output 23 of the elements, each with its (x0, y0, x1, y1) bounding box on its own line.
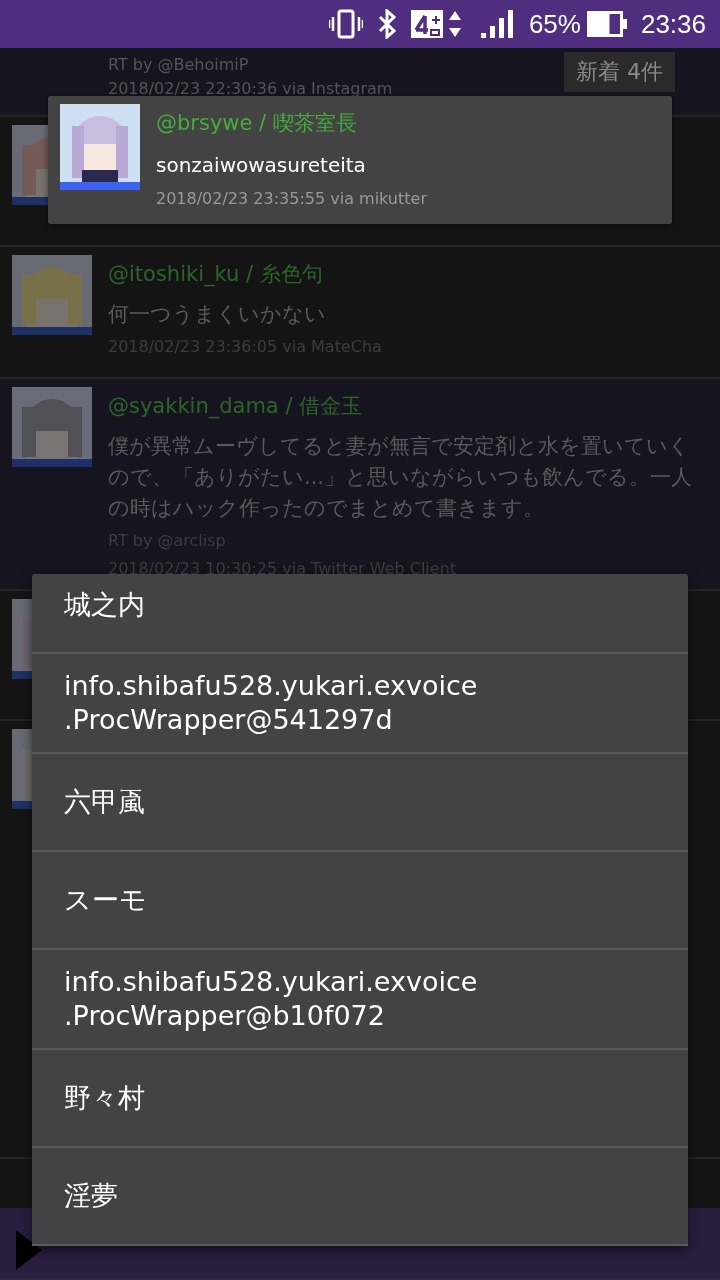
new-tweets-button[interactable]: 新着 4件 (564, 52, 675, 92)
menu-item[interactable]: 城之内 (32, 574, 688, 654)
tweet-text: 何一つうまくいかない (108, 301, 326, 328)
menu-item[interactable]: 六甲颪 (32, 754, 688, 852)
tweet-meta: 2018/02/23 22:30:36 via Instagram (108, 78, 393, 100)
signal-icon (480, 9, 515, 39)
battery-percent: 65% (528, 8, 581, 40)
clock: 23:36 (640, 8, 706, 40)
vibrate-icon (328, 9, 363, 39)
menu-item[interactable]: info.shibafu528.yukari.exvoice .ProcWrapper@541297d (32, 654, 688, 754)
menu-item[interactable]: info.shibafu528.yukari.exvoice .ProcWrapper@b10f072 (32, 950, 688, 1050)
user-name: @itoshiki_ku / 糸色句 (108, 261, 323, 289)
tweet-text: sonzaiwowasureteita (156, 152, 367, 179)
user-name: @syakkin_dama / 借金玉 (108, 393, 363, 421)
battery-icon (586, 11, 627, 37)
tweet-meta: 2018/02/23 23:35:55 via mikutter (156, 188, 427, 210)
menu-item[interactable]: 野々村 (32, 1050, 688, 1148)
play-icon[interactable] (16, 1230, 42, 1270)
tweet-text: 僕が異常ムーヴしてると妻が無言で安定剤と水を置いていくので、「ありがたい...」と思いながらいつも飲んでる。一人の時はハック作ったのでまとめて書きます。 (108, 433, 694, 522)
menu-item[interactable]: 淫夢 (32, 1148, 688, 1246)
bluetooth-icon (376, 9, 397, 39)
retweet-label: RT by @BehoimiP (108, 54, 249, 76)
menu-item[interactable]: スーモ (32, 852, 688, 950)
